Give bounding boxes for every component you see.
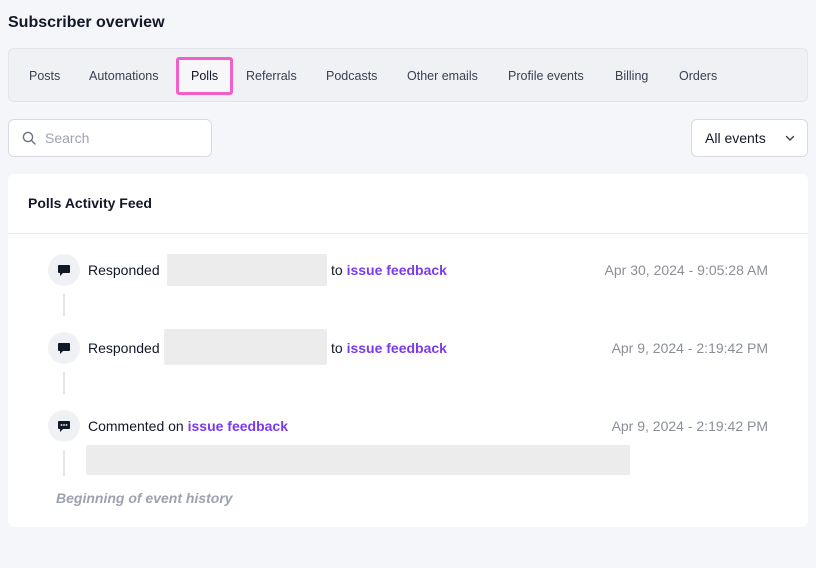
tab-other-emails[interactable]: Other emails	[407, 57, 478, 95]
tab-podcasts[interactable]: Podcasts	[326, 57, 377, 95]
chevron-down-icon	[785, 135, 795, 141]
event-filter-select[interactable]: All events	[691, 119, 808, 157]
tab-bar: Posts Automations Polls Referrals Podcas…	[8, 48, 808, 102]
event-link-text: to issue feedback	[331, 262, 447, 278]
tab-referrals[interactable]: Referrals	[246, 57, 297, 95]
event-text: Responded	[88, 262, 160, 278]
tab-automations[interactable]: Automations	[89, 57, 158, 95]
tab-orders[interactable]: Orders	[679, 57, 717, 95]
event-filter-value: All events	[705, 130, 766, 146]
activity-feed-card: Polls Activity Feed Responded to issue f…	[8, 174, 808, 527]
chat-bubble-icon	[48, 332, 80, 364]
event-timestamp: Apr 9, 2024 - 2:19:42 PM	[611, 418, 768, 434]
event-action: Responded	[88, 340, 160, 356]
redacted-comment	[86, 445, 630, 475]
redacted-content	[167, 254, 327, 286]
event-timestamp: Apr 30, 2024 - 9:05:28 AM	[604, 262, 768, 278]
feed-title: Polls Activity Feed	[28, 195, 152, 211]
comment-bubble-icon	[48, 410, 80, 442]
search-box	[8, 119, 212, 157]
event-action: Responded	[88, 262, 160, 278]
event-text: Responded	[88, 340, 160, 356]
event-timestamp: Apr 9, 2024 - 2:19:42 PM	[611, 340, 768, 356]
page-title: Subscriber overview	[8, 14, 165, 31]
tab-profile-events[interactable]: Profile events	[508, 57, 584, 95]
timeline-connector	[63, 450, 65, 476]
poll-link[interactable]: issue feedback	[188, 418, 288, 434]
event-connector-word: to	[331, 262, 343, 278]
chat-bubble-icon	[48, 254, 80, 286]
poll-link[interactable]: issue feedback	[347, 262, 447, 278]
event-text: Commented on issue feedback	[88, 418, 288, 434]
redacted-content	[164, 329, 327, 365]
search-input[interactable]	[45, 120, 205, 156]
timeline-connector	[63, 294, 65, 316]
event-link-text: to issue feedback	[331, 340, 447, 356]
divider	[8, 233, 808, 234]
history-end-note: Beginning of event history	[56, 490, 233, 506]
tab-posts[interactable]: Posts	[29, 57, 60, 95]
tab-billing[interactable]: Billing	[615, 57, 648, 95]
event-connector-word: to	[331, 340, 343, 356]
timeline-connector	[63, 372, 65, 394]
event-action: Commented on	[88, 418, 184, 434]
tab-polls[interactable]: Polls	[176, 57, 234, 95]
search-icon	[22, 131, 36, 145]
poll-link[interactable]: issue feedback	[347, 340, 447, 356]
